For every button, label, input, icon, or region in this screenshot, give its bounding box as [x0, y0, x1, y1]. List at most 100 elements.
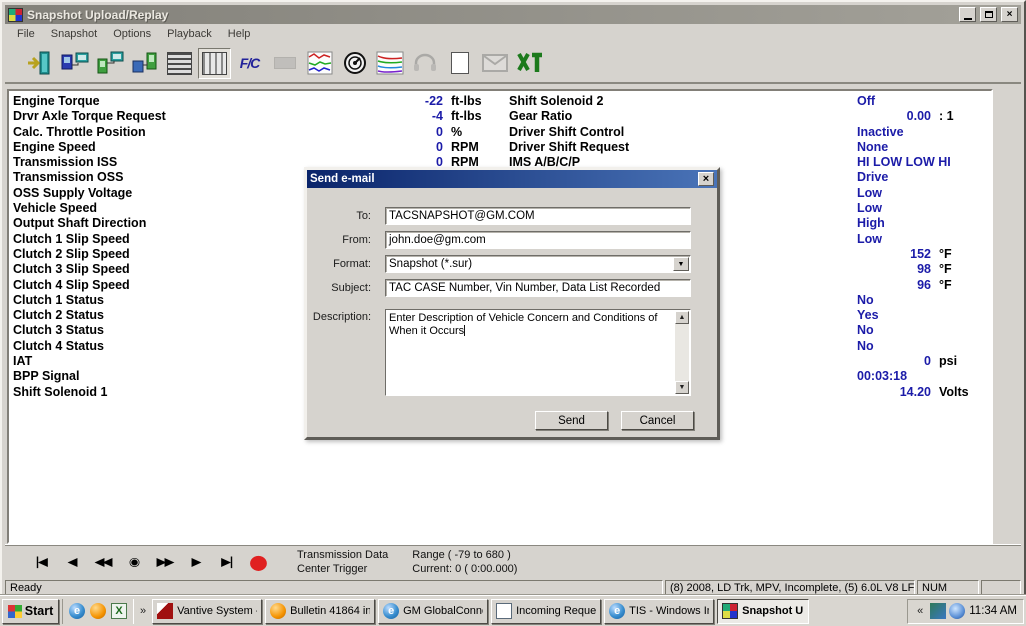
restore-button[interactable]: [980, 7, 997, 22]
overflow-chevron[interactable]: »: [137, 605, 149, 617]
task-button[interactable]: Snapshot Uplo...: [717, 599, 809, 624]
menu-item[interactable]: Help: [220, 28, 259, 40]
data-list-horizontal-icon[interactable]: [163, 48, 196, 79]
description-label: Description:: [281, 311, 371, 323]
menu-item[interactable]: Options: [105, 28, 159, 40]
app-window: Snapshot Upload/Replay × FileSnapshotOpt…: [0, 0, 1026, 626]
gauge-icon[interactable]: [338, 48, 371, 79]
send-button[interactable]: Send: [535, 411, 608, 430]
description-scrollbar[interactable]: ▲ ▼: [675, 311, 689, 394]
param-label-left: Clutch 4 Status: [13, 339, 305, 354]
to-input[interactable]: TACSNAPSHOT@GM.COM: [385, 207, 691, 225]
dtc-display-icon[interactable]: [268, 48, 301, 79]
dialog-title-bar[interactable]: Send e-mail ×: [307, 170, 717, 188]
param-value-left: 0: [305, 125, 443, 140]
param-unit-right: °F: [939, 262, 952, 277]
ie-icon: e: [383, 603, 399, 619]
param-value-right: None: [857, 140, 931, 155]
tray-chevron[interactable]: «: [914, 605, 926, 617]
orange-app-icon[interactable]: [90, 603, 106, 619]
param-value-right: No: [857, 339, 931, 354]
exit-icon[interactable]: [23, 48, 56, 79]
data-list-vertical-icon[interactable]: [198, 48, 231, 79]
close-button[interactable]: ×: [1001, 7, 1018, 22]
play-button[interactable]: ▶: [180, 549, 211, 575]
param-unit-left: %: [451, 125, 509, 140]
param-value-right: No: [857, 293, 931, 308]
scroll-up-icon[interactable]: ▲: [675, 311, 689, 324]
new-page-icon[interactable]: [443, 48, 476, 79]
last-frame-button[interactable]: ▶|: [211, 549, 242, 575]
record-button[interactable]: ●: [242, 549, 273, 575]
minimize-button[interactable]: [959, 7, 976, 22]
chevron-down-icon[interactable]: ▼: [673, 257, 689, 271]
display-icon[interactable]: [930, 603, 946, 619]
task-button[interactable]: e TIS - Windows In...: [604, 599, 714, 624]
menu-item[interactable]: File: [9, 28, 43, 40]
trigger-info: Transmission Data Center Trigger: [297, 548, 388, 576]
param-label-left: Clutch 4 Slip Speed: [13, 278, 305, 293]
bulletin-icon: [270, 603, 286, 619]
vantive-icon: [157, 603, 173, 619]
param-value-right: 96: [857, 278, 931, 293]
task-button[interactable]: Bulletin 41864 in ...: [265, 599, 375, 624]
param-value-right: Yes: [857, 308, 931, 323]
param-value-right: 152: [857, 247, 931, 262]
menu-bar: FileSnapshotOptionsPlaybackHelp: [5, 26, 1021, 42]
write-device-icon[interactable]: [128, 48, 161, 79]
param-label-left: Clutch 1 Status: [13, 293, 305, 308]
app-icon: [8, 8, 23, 22]
menu-item[interactable]: Playback: [159, 28, 220, 40]
description-textarea[interactable]: Enter Description of Vehicle Concern and…: [385, 309, 691, 396]
playback-bar: |◀ ◀ ◀◀ ◉ ▶▶ ▶ ▶| ● Transmission Data Ce…: [5, 544, 1021, 579]
format-label: Format:: [281, 258, 371, 270]
first-frame-button[interactable]: |◀: [25, 549, 56, 575]
cancel-button[interactable]: Cancel: [621, 411, 694, 430]
dialog-title: Send e-mail: [310, 173, 698, 185]
param-label-left: Clutch 2 Slip Speed: [13, 247, 305, 262]
plot-replay-icon[interactable]: [373, 48, 406, 79]
data-row: Engine Speed 0 RPM Driver Shift Request …: [13, 140, 991, 155]
task-button[interactable]: e GM GlobalConnec...: [378, 599, 488, 624]
rewind-button[interactable]: ◀◀: [87, 549, 118, 575]
format-selected-value: Snapshot (*.sur): [389, 258, 472, 270]
start-button[interactable]: Start: [2, 599, 59, 624]
param-value-right: 14.20: [857, 385, 931, 400]
param-value-left: 0: [305, 140, 443, 155]
format-select[interactable]: Snapshot (*.sur) ▼: [385, 255, 691, 273]
param-unit-left: ft-lbs: [451, 109, 509, 124]
blank-page-glyph: [451, 52, 469, 74]
param-value-right: Low: [857, 232, 931, 247]
from-input[interactable]: john.doe@gm.com: [385, 231, 691, 249]
dialog-close-button[interactable]: ×: [698, 172, 714, 186]
ie-icon[interactable]: e: [69, 603, 85, 619]
data-row: Engine Torque -22 ft-lbs Shift Solenoid …: [13, 94, 991, 109]
center-trigger-button[interactable]: ◉: [118, 549, 149, 575]
param-label-left: Engine Speed: [13, 140, 305, 155]
tools-icon[interactable]: [513, 48, 546, 79]
audio-icon[interactable]: [408, 48, 441, 79]
title-bar[interactable]: Snapshot Upload/Replay ×: [5, 5, 1021, 24]
upload-snapshot-icon[interactable]: [58, 48, 91, 79]
step-back-button[interactable]: ◀: [56, 549, 87, 575]
send-email-dialog: Send e-mail × To: TACSNAPSHOT@GM.COM Fro…: [304, 167, 720, 440]
menu-item[interactable]: Snapshot: [43, 28, 105, 40]
task-button[interactable]: Incoming Reques...: [491, 599, 601, 624]
subject-input[interactable]: TAC CASE Number, Vin Number, Data List R…: [385, 279, 691, 297]
param-unit-right: : 1: [939, 109, 954, 124]
excel-icon[interactable]: X: [111, 603, 127, 619]
temperature-units-icon[interactable]: F/C: [233, 48, 266, 79]
horizontal-lines-glyph: [167, 52, 192, 75]
line-graph-icon[interactable]: [303, 48, 336, 79]
minimize-icon: [964, 18, 972, 20]
fc-glyph: F/C: [240, 55, 260, 71]
param-label-left: Clutch 3 Status: [13, 323, 305, 338]
read-device-icon[interactable]: [93, 48, 126, 79]
fast-forward-button[interactable]: ▶▶: [149, 549, 180, 575]
subject-label: Subject:: [281, 282, 371, 294]
param-label-left: Transmission OSS: [13, 170, 305, 185]
email-icon[interactable]: [478, 48, 511, 79]
scroll-down-icon[interactable]: ▼: [675, 381, 689, 394]
task-button[interactable]: Vantive System -...: [152, 599, 262, 624]
messenger-icon[interactable]: [949, 603, 965, 619]
